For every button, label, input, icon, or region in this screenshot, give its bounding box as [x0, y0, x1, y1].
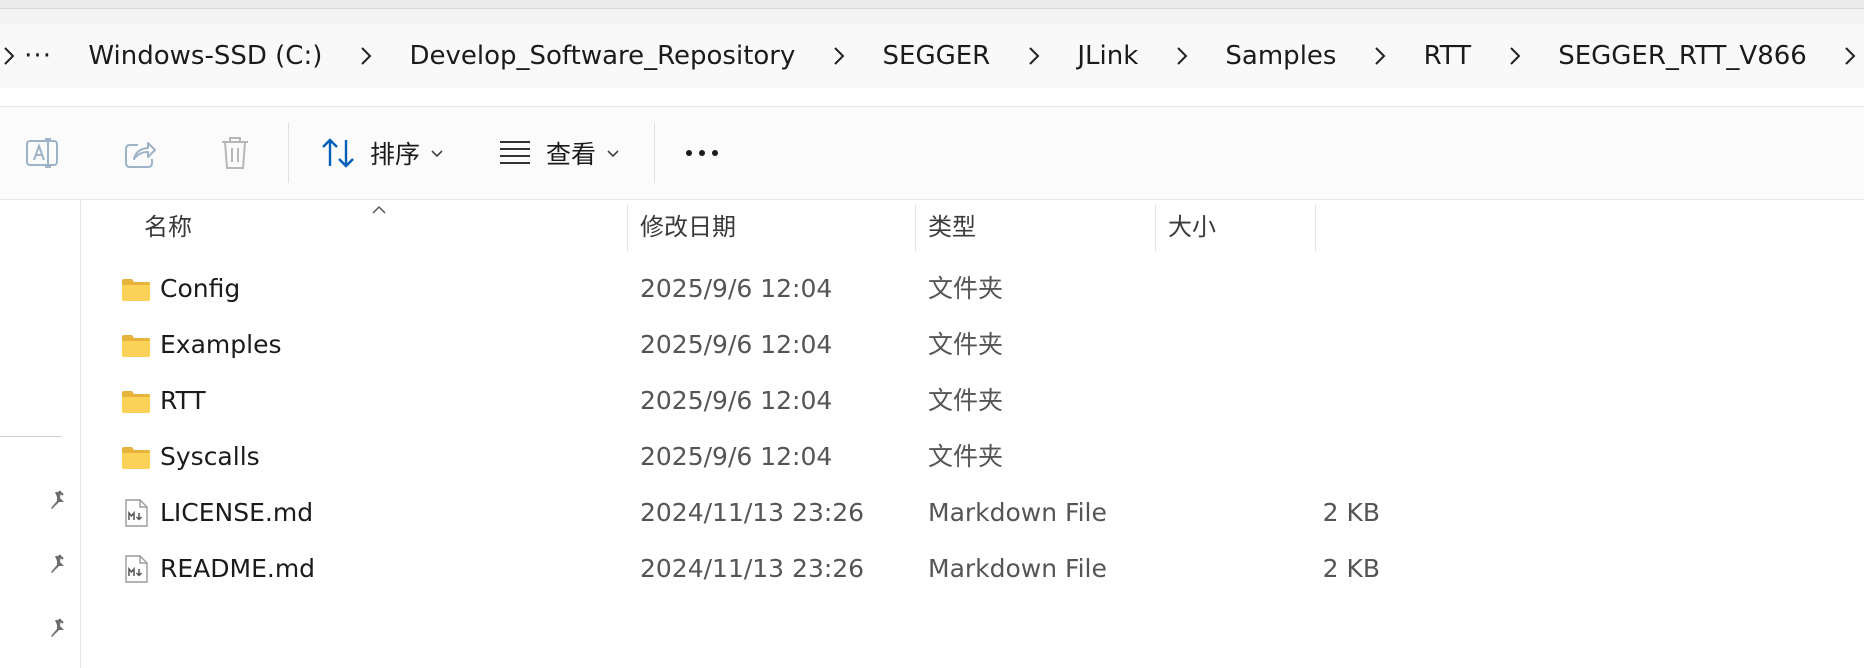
markdown-file-icon — [121, 498, 151, 528]
column-header-name[interactable]: 名称 — [144, 200, 192, 254]
rename-button[interactable] — [24, 125, 60, 181]
navigation-pane[interactable] — [0, 200, 81, 668]
column-resize-handle[interactable] — [627, 204, 628, 252]
command-bar: 排序 查看 — [0, 107, 1864, 199]
file-size — [1170, 373, 1380, 429]
breadcrumb-item-drive[interactable]: Windows-SSD (C:) — [58, 30, 352, 82]
list-view-icon — [498, 138, 532, 168]
file-name: README.md — [160, 554, 316, 583]
nav-pane-divider — [0, 436, 62, 437]
share-button[interactable] — [122, 125, 158, 181]
chevron-right-icon[interactable] — [0, 45, 18, 67]
view-label: 查看 — [546, 140, 597, 169]
file-size: 2 KB — [1322, 554, 1380, 583]
breadcrumb-item-segger[interactable]: SEGGER — [853, 30, 1021, 82]
folder-icon — [121, 442, 151, 472]
chevron-down-icon — [430, 144, 444, 163]
file-row[interactable]: Syscalls 2025/9/6 12:04 文件夹 — [81, 429, 1864, 485]
file-size: 2 KB — [1322, 498, 1380, 527]
column-header-size[interactable]: 大小 — [1168, 200, 1216, 254]
file-name: Syscalls — [160, 442, 260, 471]
chevron-right-icon[interactable] — [1168, 45, 1195, 67]
file-row[interactable]: README.md 2024/11/13 23:26 Markdown File… — [81, 541, 1864, 597]
column-header-type[interactable]: 类型 — [928, 200, 976, 254]
chevron-right-icon[interactable] — [1366, 45, 1393, 67]
file-size — [1170, 317, 1380, 373]
delete-button[interactable] — [218, 125, 252, 181]
breadcrumb-overflow-button[interactable]: ··· — [18, 41, 59, 71]
chevron-right-icon[interactable] — [1837, 45, 1864, 67]
view-button[interactable]: 查看 — [498, 125, 620, 181]
markdown-file-icon — [121, 554, 151, 584]
file-name: RTT — [160, 386, 206, 415]
column-resize-handle[interactable] — [915, 204, 916, 252]
sort-button[interactable]: 排序 — [320, 125, 444, 181]
sort-label: 排序 — [370, 140, 421, 169]
file-row[interactable]: Config 2025/9/6 12:04 文件夹 — [81, 261, 1864, 317]
file-name: LICENSE.md — [160, 498, 314, 527]
file-row[interactable]: Examples 2025/9/6 12:04 文件夹 — [81, 317, 1864, 373]
breadcrumb: ··· Windows-SSD (C:) Develop_Software_Re… — [0, 30, 1864, 82]
file-row[interactable]: RTT 2025/9/6 12:04 文件夹 — [81, 373, 1864, 429]
pin-icon[interactable] — [46, 489, 70, 513]
folder-icon — [121, 386, 151, 416]
folder-icon — [121, 330, 151, 360]
file-modified-date: 2025/9/6 12:04 — [640, 442, 833, 471]
sort-ascending-icon — [371, 200, 387, 219]
column-resize-handle[interactable] — [1155, 204, 1156, 252]
file-modified-date: 2025/9/6 12:04 — [640, 274, 833, 303]
file-type: 文件夹 — [928, 330, 1004, 359]
address-bar[interactable]: ··· Windows-SSD (C:) Develop_Software_Re… — [0, 24, 1864, 88]
breadcrumb-item-repository[interactable]: Develop_Software_Repository — [379, 30, 825, 82]
more-options-button[interactable] — [684, 125, 720, 181]
file-modified-date: 2025/9/6 12:04 — [640, 386, 833, 415]
chevron-right-icon[interactable] — [1501, 45, 1528, 67]
file-modified-date: 2025/9/6 12:04 — [640, 330, 833, 359]
chevron-right-icon[interactable] — [1020, 45, 1047, 67]
chevron-right-icon[interactable] — [352, 45, 379, 67]
file-name: Config — [160, 274, 241, 303]
more-icon — [684, 148, 720, 158]
toolbar-separator — [288, 123, 289, 183]
breadcrumb-item-jlink[interactable]: JLink — [1047, 30, 1168, 82]
breadcrumb-item-current-folder[interactable]: SEGGER_RTT_V866 — [1528, 30, 1837, 82]
column-headers: 名称 修改日期 类型 大小 — [81, 200, 1864, 254]
folder-icon — [121, 274, 151, 304]
chevron-down-icon — [606, 144, 620, 163]
pin-icon[interactable] — [46, 617, 70, 641]
file-row[interactable]: LICENSE.md 2024/11/13 23:26 Markdown Fil… — [81, 485, 1864, 541]
file-type: Markdown File — [928, 554, 1107, 583]
file-list: Config 2025/9/6 12:04 文件夹 Examples 2025/… — [81, 261, 1864, 597]
file-size — [1170, 261, 1380, 317]
window-top-strip — [0, 0, 1864, 24]
file-type: 文件夹 — [928, 386, 1004, 415]
sort-icon — [320, 136, 356, 170]
pin-icon[interactable] — [46, 553, 70, 577]
file-name: Examples — [160, 330, 282, 359]
breadcrumb-item-rtt[interactable]: RTT — [1394, 30, 1501, 82]
file-type: 文件夹 — [928, 442, 1004, 471]
file-modified-date: 2024/11/13 23:26 — [640, 554, 865, 583]
file-modified-date: 2024/11/13 23:26 — [640, 498, 865, 527]
toolbar-separator — [654, 123, 655, 183]
column-header-date[interactable]: 修改日期 — [640, 200, 736, 254]
share-icon — [122, 135, 158, 171]
chevron-right-icon[interactable] — [825, 45, 852, 67]
file-type: 文件夹 — [928, 274, 1004, 303]
trash-icon — [218, 135, 252, 171]
breadcrumb-item-samples[interactable]: Samples — [1195, 30, 1366, 82]
file-type: Markdown File — [928, 498, 1107, 527]
column-resize-handle[interactable] — [1315, 204, 1316, 252]
file-size — [1170, 429, 1380, 485]
title-bar-edge — [0, 0, 1864, 9]
rename-icon — [24, 135, 60, 171]
